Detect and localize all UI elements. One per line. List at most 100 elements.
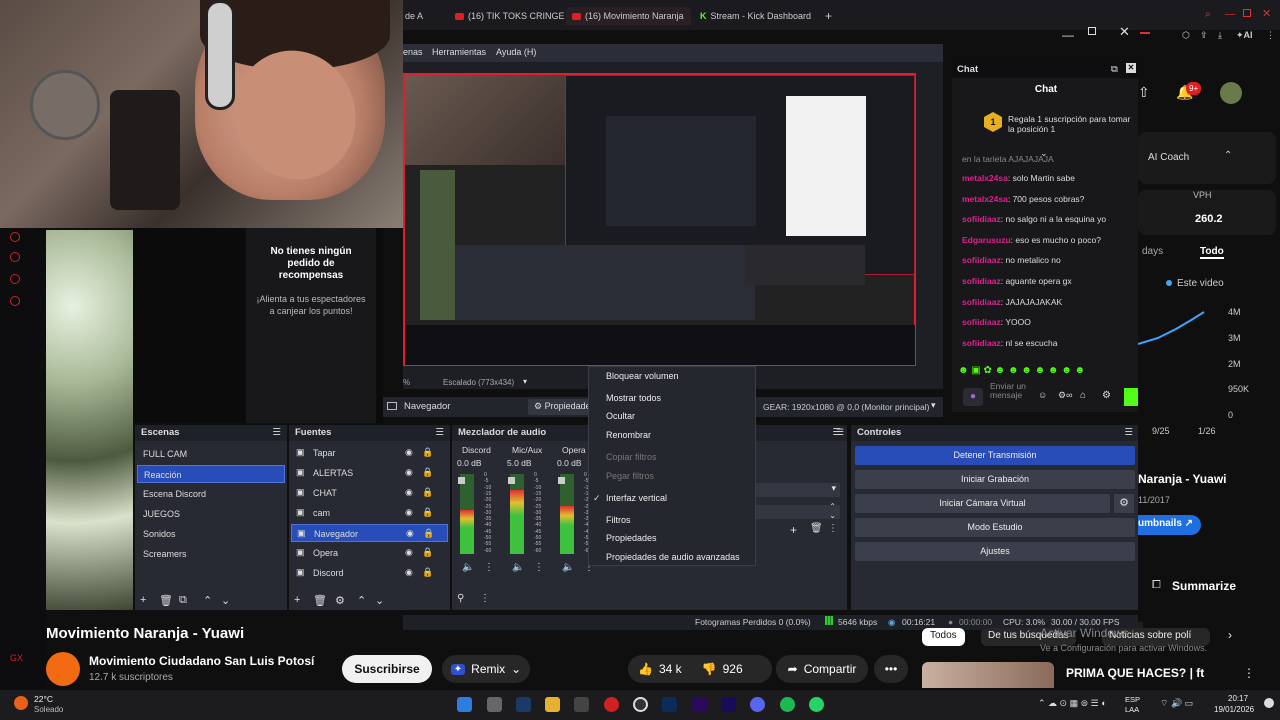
menu-icon[interactable] (1140, 32, 1150, 34)
gear-icon[interactable]: ⚙ (1114, 494, 1134, 513)
lock-icon[interactable]: 🔒 (422, 467, 433, 478)
dock-menu-icon[interactable]: ☰ (272, 427, 281, 438)
chat-username[interactable]: Edgarusuzu (962, 235, 1011, 245)
eye-icon[interactable]: ◉ (405, 567, 413, 578)
notifications-icon[interactable] (1264, 698, 1274, 708)
close-icon[interactable]: ✕ (1262, 7, 1271, 20)
dock-menu-icon[interactable]: ☰ (836, 427, 844, 438)
scene-item[interactable]: Sonidos (137, 525, 285, 543)
channel-avatar[interactable] (46, 652, 80, 686)
steam-icon[interactable] (516, 697, 531, 712)
chat-username[interactable]: metalx24sa (962, 194, 1008, 204)
down-icon[interactable]: ⌄ (375, 594, 384, 607)
chevron-up-icon[interactable]: ⌃ (1224, 150, 1232, 161)
source-item[interactable]: ▣ Discord ◉ 🔒 (291, 564, 448, 582)
source-item[interactable]: ▣ cam ◉ 🔒 (291, 504, 448, 522)
whatsapp-icon[interactable] (809, 697, 824, 712)
clock-time[interactable]: 20:17 (1228, 694, 1248, 703)
lock-icon[interactable]: 🔒 (422, 447, 433, 458)
chat-username[interactable]: metalx24sa (962, 173, 1008, 183)
summarize-button[interactable]: Summarize (1172, 579, 1236, 593)
eye-icon[interactable]: ◉ (405, 507, 413, 518)
share-button[interactable]: ➦ Compartir (776, 655, 868, 683)
context-menu-item[interactable]: Filtros (606, 515, 631, 525)
restore-icon[interactable] (1243, 9, 1251, 17)
virtual-camera-button[interactable]: Iniciar Cámara Virtual (855, 494, 1110, 513)
spotify-icon[interactable] (780, 697, 795, 712)
context-menu-item[interactable]: Bloquear volumen (606, 371, 679, 381)
eye-icon[interactable]: ◉ (405, 487, 413, 498)
more-button[interactable]: ••• (874, 655, 908, 683)
avatar[interactable] (1220, 82, 1242, 104)
maximize-icon[interactable] (1088, 27, 1096, 35)
source-item[interactable]: ▣ ALERTAS ◉ 🔒 (291, 464, 448, 482)
chat-username[interactable]: sofiidiaaz (962, 317, 1001, 327)
tray-status[interactable]: ⌔ 🔊 ▭ (1160, 698, 1193, 709)
more-icon[interactable]: ⋮ (480, 593, 490, 604)
stop-stream-button[interactable]: Detener Transmisión (855, 446, 1135, 465)
emoji-icon[interactable]: ☺ (1038, 390, 1047, 400)
context-menu-item[interactable]: Renombrar (606, 430, 651, 440)
menu-item-tools[interactable]: Herramientas (432, 47, 486, 57)
store-icon[interactable]: ⌂ (1080, 390, 1086, 401)
task-view-icon[interactable] (487, 697, 502, 712)
more-vert-icon[interactable]: ⋮ (1243, 666, 1255, 680)
source-item[interactable]: ▣ Navegador ◉ 🔒 (291, 524, 448, 542)
scene-item[interactable]: Screamers (137, 545, 285, 563)
thumbnails-button[interactable]: umbnails ↗ (1138, 515, 1202, 535)
trash-icon[interactable]: 🗑 (810, 523, 823, 534)
fader-handle[interactable] (508, 477, 515, 484)
photoshop-icon[interactable] (662, 697, 677, 712)
subscribe-button[interactable]: Suscribirse (342, 655, 432, 683)
add-icon[interactable]: + (294, 594, 300, 606)
lock-icon[interactable]: 🔒 (422, 567, 433, 578)
channel-points-icon[interactable]: ⚙∞ (1058, 390, 1072, 401)
chat-username[interactable]: sofiidiaaz (962, 276, 1001, 286)
filter-icon[interactable]: ⧉ (179, 594, 187, 607)
language-layout[interactable]: LAA (1125, 705, 1139, 714)
chat-username[interactable]: sofiidiaaz (962, 338, 1001, 348)
context-menu-item[interactable]: Propiedades (606, 533, 657, 543)
channel-name[interactable]: Movimiento Ciudadano San Luis Potosí (89, 654, 314, 668)
settings-button[interactable]: Ajustes (855, 542, 1135, 561)
lock-icon[interactable]: 🔒 (422, 547, 433, 558)
microphone-icon[interactable]: ● (963, 388, 983, 406)
gift-sub-notice[interactable]: Regala 1 suscripción para tomar la posic… (1008, 114, 1133, 134)
fader-handle[interactable] (458, 477, 465, 484)
emote-icon[interactable]: ☻ ▣ ✿ ☻ ☻ ☻ ☻ ☻ ☻ ☻ (958, 365, 1085, 376)
source-item[interactable]: ▣ Opera ◉ 🔒 (291, 544, 448, 562)
add-icon[interactable]: + (790, 523, 797, 537)
ai-button[interactable]: ✦AI (1236, 30, 1253, 41)
duration-field[interactable]: ⌃ ⌄ (744, 502, 840, 520)
menu-item-help[interactable]: Ayuda (H) (496, 47, 536, 57)
speaker-icon[interactable]: 🔈 (562, 562, 574, 573)
menu-item[interactable]: enas (403, 47, 423, 57)
minimize-icon[interactable]: — (1225, 9, 1235, 20)
next-video-thumbnail[interactable] (922, 662, 1054, 688)
language[interactable]: ESP (1125, 695, 1140, 704)
gear-icon[interactable]: ⚙ (335, 594, 345, 607)
popout-icon[interactable]: ⧉ (1111, 64, 1118, 75)
scene-item[interactable]: Escena Discord (137, 485, 285, 503)
discord-icon[interactable] (750, 697, 765, 712)
chat-input[interactable]: Enviar un mensaje (990, 382, 1032, 400)
context-menu-item[interactable]: Interfaz vertical (606, 493, 667, 503)
premiere-icon[interactable] (692, 697, 707, 712)
close-icon[interactable]: ✕ (1126, 63, 1136, 73)
eye-icon[interactable]: ◉ (406, 528, 414, 539)
chat-username[interactable]: sofiidiaaz (962, 214, 1001, 224)
down-icon[interactable]: ⌄ (221, 594, 230, 607)
chat-username[interactable]: sofiidiaaz (962, 297, 1001, 307)
source-item[interactable]: ▣ Tapar ◉ 🔒 (291, 444, 448, 462)
close-icon[interactable]: ✕ (1119, 24, 1130, 40)
download-icon[interactable]: ⤓ (1218, 30, 1222, 41)
source-item[interactable]: ▣ CHAT ◉ 🔒 (291, 484, 448, 502)
up-icon[interactable]: ⌃ (203, 594, 212, 607)
tab-all[interactable]: Todo (1200, 246, 1224, 259)
browser-tab[interactable]: (16) TIK TOKS CRINGE (455, 7, 565, 25)
tab-days[interactable]: days (1142, 246, 1163, 257)
after-effects-icon[interactable] (721, 697, 736, 712)
speaker-icon[interactable]: 🔈 (512, 562, 524, 573)
context-menu-item[interactable]: Mostrar todos (606, 393, 661, 403)
start-icon[interactable] (457, 697, 472, 712)
